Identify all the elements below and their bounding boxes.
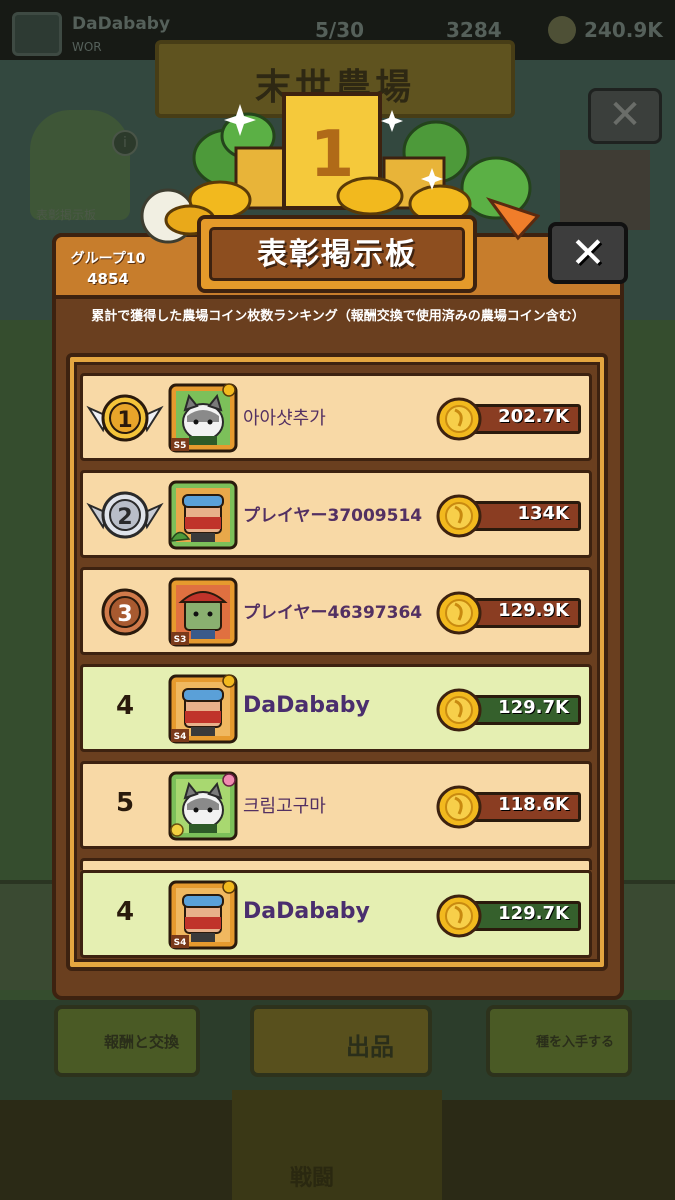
- player-subtitle: WOR: [72, 40, 102, 54]
- info-icon[interactable]: i: [112, 130, 138, 156]
- row1-season-badge: S5: [174, 441, 187, 451]
- player-name-2: プレイヤー37009514: [243, 506, 423, 526]
- goggles-avatar-icon: S4: [168, 674, 238, 744]
- self-score: 129.7K: [435, 893, 585, 939]
- cat-avatar-icon: [168, 771, 238, 841]
- player-name-5: 크림고구마: [243, 796, 326, 817]
- group-score: 4854: [87, 270, 129, 288]
- player-name-1: 아아샷추가: [243, 408, 326, 429]
- self-rank-number: 4: [115, 897, 135, 927]
- player-name-4: DaDababy: [243, 693, 370, 718]
- coin-stat-icon: [548, 16, 576, 44]
- ranking-row-5[interactable]: 5 크림고구마 118.6K: [80, 761, 592, 849]
- score-5: 118.6K: [435, 784, 585, 830]
- goggles-avatar-icon: [168, 480, 238, 550]
- close-button[interactable]: ✕: [548, 222, 628, 284]
- row3-season-badge: S3: [174, 635, 187, 645]
- score-value-3: 129.9K: [498, 600, 569, 621]
- ranking-row-3[interactable]: 3 S3 プレイヤー46397364 129.9K: [80, 567, 592, 655]
- rank-2-number: 2: [117, 505, 132, 530]
- notice-tree-icon: [30, 110, 130, 220]
- notice-board-label[interactable]: 表彰掲示板: [36, 206, 96, 223]
- group-label: グループ10: [70, 251, 146, 267]
- farm-close-button[interactable]: ✕: [588, 88, 662, 144]
- score-value-2: 134K: [517, 503, 569, 524]
- rank-4-number: 4: [115, 691, 135, 721]
- ranking-row-4[interactable]: 4 S4 DaDababy 129.7K: [80, 664, 592, 752]
- ranking-row-1[interactable]: 1 S5 아아샷추가 202.7K: [80, 373, 592, 461]
- player-name: DaDababy: [72, 14, 171, 34]
- house-icon: [560, 150, 650, 230]
- cat-avatar-icon: S5: [168, 383, 238, 453]
- rank-3-number: 3: [117, 602, 132, 627]
- silver-medal-icon: 2: [86, 491, 164, 539]
- rewards-exchange-label: 報酬と交換: [104, 1033, 180, 1051]
- get-seeds-button[interactable]: 種を入手する: [486, 1005, 632, 1077]
- sell-label: 出品: [346, 1033, 394, 1061]
- rewards-exchange-button[interactable]: 報酬と交換: [54, 1005, 200, 1077]
- score-4: 129.7K: [435, 687, 585, 733]
- score-2: 134K: [435, 493, 585, 539]
- row4-season-badge: S4: [174, 732, 187, 742]
- title-plate: 表彰掲示板: [197, 215, 477, 293]
- score-value-4: 129.7K: [498, 697, 569, 718]
- ranking-description: 累計で獲得した農場コイン枚数ランキング（報酬交換で使用済みの農場コイン含む）: [91, 309, 585, 324]
- self-ranking-row[interactable]: 4 S4 DaDababy 129.7K: [80, 870, 592, 958]
- game-screen: DaDababy WOR 5/30 3284 240.9K 末世農場 ✕ i 表…: [0, 0, 675, 1200]
- tab-battle-label: 戦闘: [290, 1166, 335, 1191]
- ranking-row-2[interactable]: 2 プレイヤー37009514 134K: [80, 470, 592, 558]
- coin-stat: 240.9K: [584, 18, 663, 42]
- sell-button[interactable]: 出品: [250, 1005, 432, 1077]
- player-avatar[interactable]: [12, 12, 62, 56]
- gold-medal-icon: 1: [86, 394, 164, 442]
- modal-title: 表彰掲示板: [257, 237, 417, 272]
- score-value-1: 202.7K: [498, 406, 569, 427]
- get-seeds-label: 種を入手する: [536, 1035, 615, 1050]
- zombie-avatar-icon: S3: [168, 577, 238, 647]
- goggles-avatar-icon: S4: [168, 880, 238, 950]
- self-score-value: 129.7K: [498, 903, 569, 924]
- score-1: 202.7K: [435, 396, 585, 442]
- rank-5-number: 5: [115, 788, 135, 818]
- stamina-stat: 5/30: [315, 18, 365, 42]
- score-value-5: 118.6K: [498, 794, 569, 815]
- gem-stat: 3284: [446, 18, 502, 42]
- score-3: 129.9K: [435, 590, 585, 636]
- tab-battle[interactable]: [232, 1090, 442, 1200]
- ranking-row-6-peek: [80, 858, 592, 870]
- self-player-name: DaDababy: [243, 899, 370, 924]
- self-season-badge: S4: [174, 938, 187, 948]
- rank-1-number: 1: [117, 408, 132, 433]
- close-icon: ✕: [570, 228, 606, 277]
- bronze-medal-icon: 3: [101, 588, 149, 636]
- trophy-rank-number: 1: [310, 118, 355, 192]
- player-name-3: プレイヤー46397364: [243, 603, 423, 623]
